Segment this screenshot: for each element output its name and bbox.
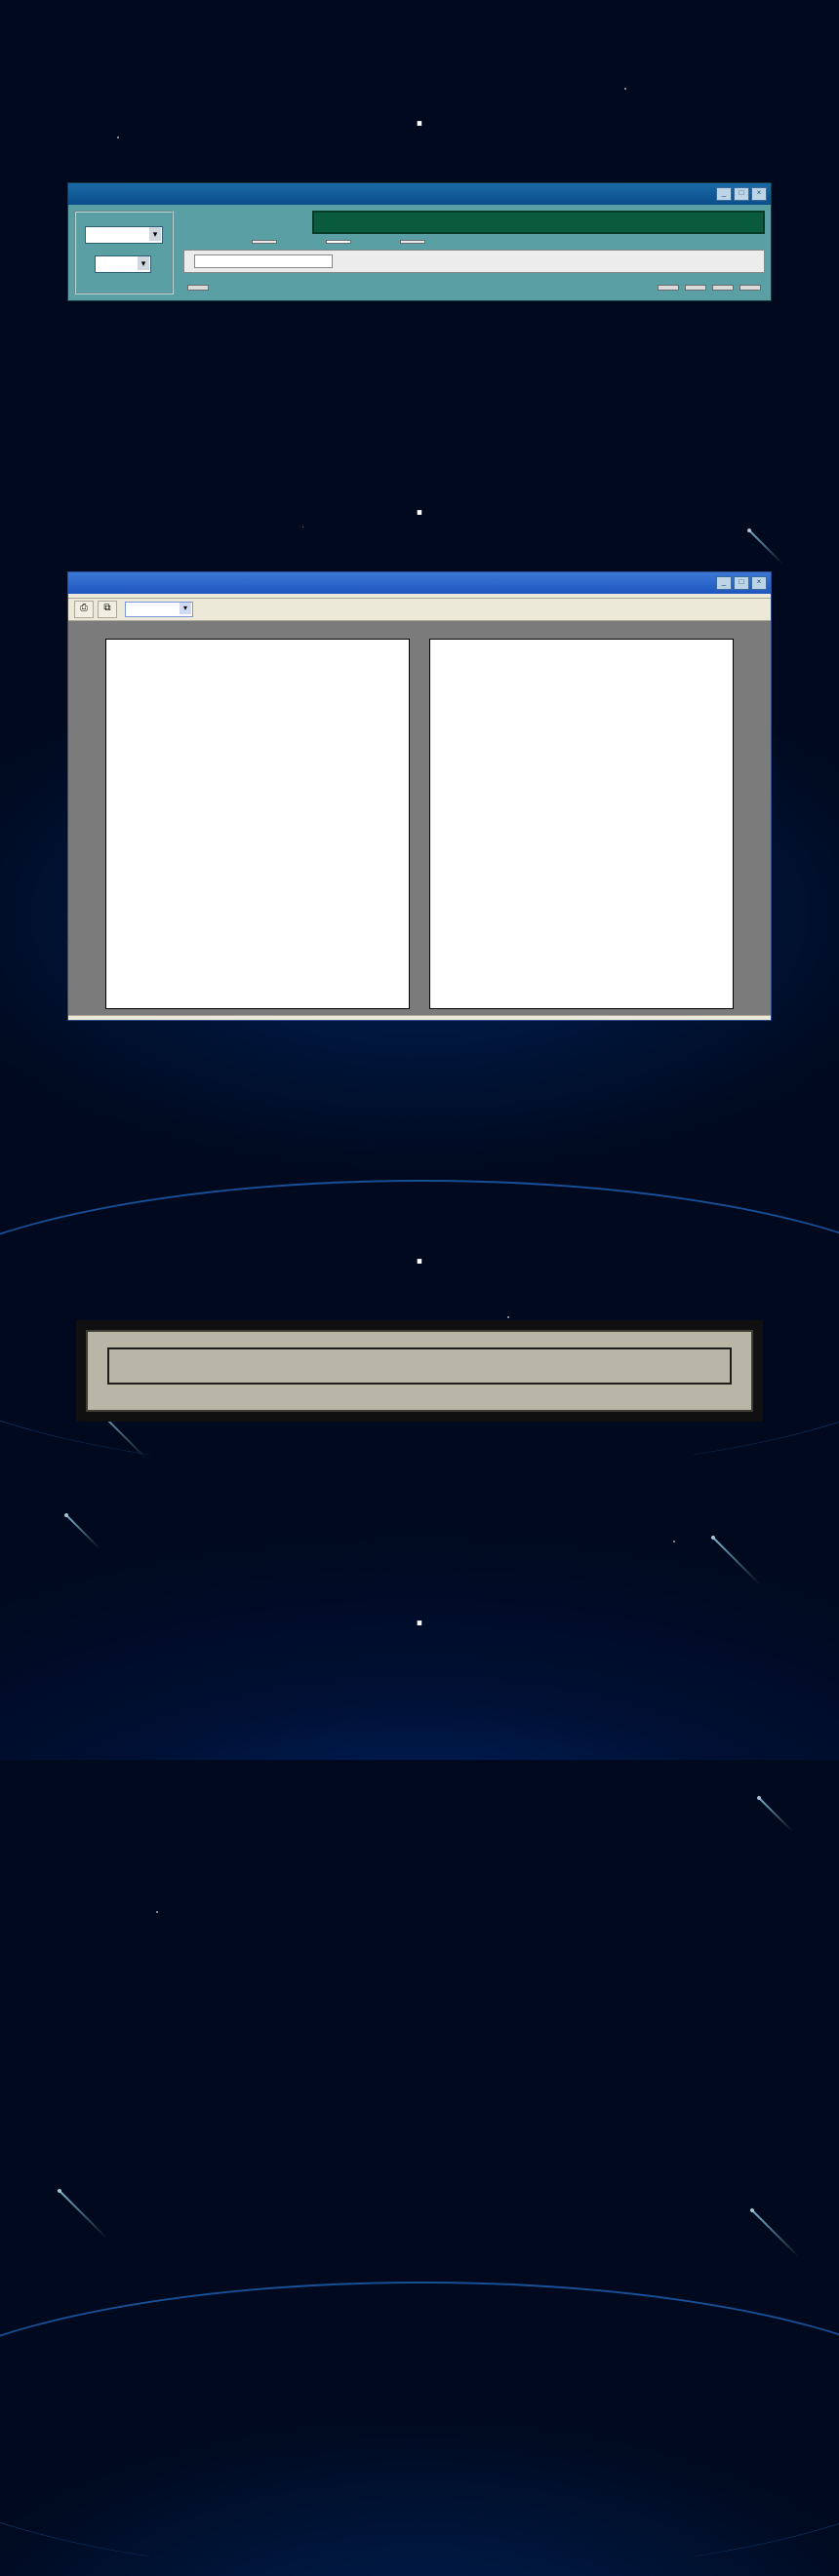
feature-05-title: . (39, 1235, 800, 1271)
copy-icon[interactable]: ⧉ (98, 601, 117, 618)
save-button[interactable] (685, 285, 706, 291)
window-titlebar: _ □ × (68, 572, 771, 594)
close-button[interactable]: × (751, 576, 767, 590)
maximize-button[interactable]: □ (734, 576, 749, 590)
range-input[interactable] (194, 254, 333, 268)
measure-target-select[interactable] (85, 226, 163, 244)
minimize-button[interactable]: _ (716, 187, 732, 201)
calibration-app-window: _ □ × (67, 182, 772, 301)
feature-04: . _ □ × ⎙ ⧉ (0, 311, 839, 1031)
delete-button[interactable] (712, 285, 734, 291)
status-bar (68, 1015, 771, 1020)
side-panel (74, 211, 174, 294)
toolbar: ⎙ ⧉ (68, 599, 771, 621)
readout-panel (312, 211, 765, 234)
feature-06: . (0, 1431, 839, 1760)
online-measure-button[interactable] (187, 285, 209, 291)
feature-03: . _ □ × (0, 0, 839, 311)
data-table-panel (183, 250, 765, 273)
minimize-button[interactable]: _ (716, 576, 732, 590)
back-button[interactable] (739, 285, 761, 291)
tab-conclusion[interactable] (400, 240, 425, 244)
maximize-button[interactable]: □ (734, 187, 749, 201)
datareport-window: _ □ × ⎙ ⧉ (67, 571, 772, 1021)
bg-arc (0, 2282, 839, 2576)
close-button[interactable]: × (751, 187, 767, 201)
feature-06-title: . (39, 1597, 800, 1633)
action-bar (183, 279, 765, 294)
device-lcd-panel (76, 1320, 763, 1422)
tab-test-data[interactable] (326, 240, 351, 244)
tab-basic-data[interactable] (252, 240, 277, 244)
report-page-1 (105, 639, 410, 1009)
feature-05: . (0, 1031, 839, 1431)
tab-bar (183, 240, 765, 244)
feature-04-title: . (39, 487, 800, 523)
print-icon[interactable]: ⎙ (74, 601, 94, 618)
overcurrent-select[interactable] (95, 255, 151, 273)
new-range-button[interactable] (658, 285, 679, 291)
zoom-select[interactable] (125, 602, 193, 617)
window-titlebar: _ □ × (68, 183, 771, 205)
report-page-2 (429, 639, 734, 1009)
feature-03-title: . (39, 98, 800, 134)
